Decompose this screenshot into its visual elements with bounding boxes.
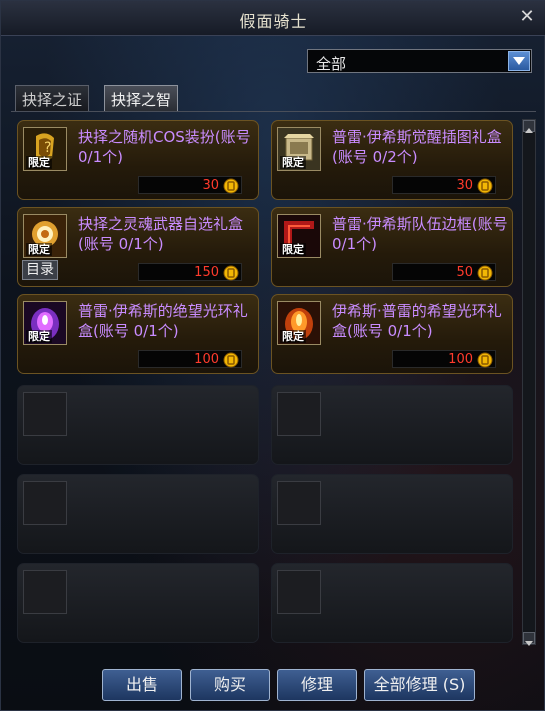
scroll-down-button[interactable] [523,632,535,646]
empty-icon-frame [277,570,321,614]
item-name: 抉择之灵魂武器自选礼盒(账号 0/1个) [78,215,244,253]
chevron-down-icon [525,641,533,646]
category-filter-dropdown[interactable]: 全部 [307,49,532,73]
chevron-down-icon [513,57,525,65]
item-name: 普雷·伊希斯觉醒插图礼盒(账号 0/2个) [332,128,502,166]
limited-badge: 限定 [280,243,306,256]
item-price: 50 [456,265,473,280]
item-price: 30 [202,178,219,193]
title-bar[interactable]: 假面骑士 ✕ [1,1,545,36]
limited-badge: 限定 [26,330,52,343]
empty-slot [17,474,259,554]
empty-icon-frame [23,570,67,614]
coin-icon [223,178,239,194]
price-box: 30 [138,176,242,194]
shop-item-slot[interactable]: 限定 伊希斯·普雷的希望光环礼盒(账号 0/1个) 100 [271,294,513,374]
mask-gold-icon: ? 限定 [23,127,67,171]
tab-wisdom[interactable]: 抉择之智 [104,85,179,111]
item-list-scrollbar[interactable] [522,119,536,646]
empty-slot [271,385,513,465]
coin-icon [223,265,239,281]
chevron-up-icon [525,128,533,133]
shop-item-slot[interactable]: ? 限定 抉择之随机COS装扮(账号 0/1个) 30 [17,120,259,200]
item-name: 抉择之随机COS装扮(账号 0/1个) [78,128,251,166]
price-box: 150 [138,263,242,281]
item-name: 伊希斯·普雷的希望光环礼盒(账号 0/1个) [332,302,502,340]
dropdown-toggle-button[interactable] [508,51,530,71]
limited-badge: 限定 [280,156,306,169]
weapon-box-icon: 限定 [23,214,67,258]
item-price: 100 [448,352,473,367]
price-box: 30 [392,176,496,194]
tab-divider [11,111,536,112]
empty-slot [17,563,259,643]
item-price: 150 [194,265,219,280]
coin-icon [477,265,493,281]
empty-slot [271,474,513,554]
buy-button[interactable]: 购买 [190,669,270,701]
repair-button[interactable]: 修理 [277,669,357,701]
tab-proof[interactable]: 抉择之证 [15,85,90,111]
close-button[interactable]: ✕ [516,6,538,28]
shop-item-slot[interactable]: 限定 普雷·伊希斯队伍边框(账号 0/1个) 50 [271,207,513,287]
limited-badge: 限定 [26,243,52,256]
window-title: 假面骑士 [239,12,308,31]
filter-selected-value: 全部 [316,55,347,73]
price-box: 100 [138,350,242,368]
illustration-box-icon: 限定 [277,127,321,171]
svg-text:?: ? [44,140,51,156]
shop-item-slot[interactable]: 限定 普雷·伊希斯的绝望光环礼盒(账号 0/1个) 100 [17,294,259,374]
shop-window: 假面骑士 ✕ 全部 抉择之证 抉择之智 ? 限定 抉择之随机COS装扮(账号 0… [0,0,545,711]
repair-all-button[interactable]: 全部修理 (S) [364,669,475,701]
close-icon: ✕ [519,6,535,27]
empty-icon-frame [277,392,321,436]
catalog-button[interactable]: 目录 [22,260,58,280]
limited-badge: 限定 [26,156,52,169]
shop-item-slot[interactable]: 限定 目录 抉择之灵魂武器自选礼盒(账号 0/1个) 150 [17,207,259,287]
coin-icon [223,352,239,368]
purple-aura-icon: 限定 [23,301,67,345]
limited-badge: 限定 [280,330,306,343]
coin-icon [477,178,493,194]
empty-icon-frame [23,481,67,525]
price-box: 50 [392,263,496,281]
empty-slot [17,385,259,465]
empty-icon-frame [277,481,321,525]
coin-icon [477,352,493,368]
shop-item-slot[interactable]: 限定 普雷·伊希斯觉醒插图礼盒(账号 0/2个) 30 [271,120,513,200]
empty-icon-frame [23,392,67,436]
item-price: 100 [194,352,219,367]
sell-button[interactable]: 出售 [102,669,182,701]
item-name: 普雷·伊希斯队伍边框(账号 0/1个) [332,215,508,253]
orange-aura-icon: 限定 [277,301,321,345]
red-frame-icon: 限定 [277,214,321,258]
empty-slot [271,563,513,643]
item-name: 普雷·伊希斯的绝望光环礼盒(账号 0/1个) [78,302,248,340]
price-box: 100 [392,350,496,368]
item-price: 30 [456,178,473,193]
scroll-up-button[interactable] [523,120,535,133]
